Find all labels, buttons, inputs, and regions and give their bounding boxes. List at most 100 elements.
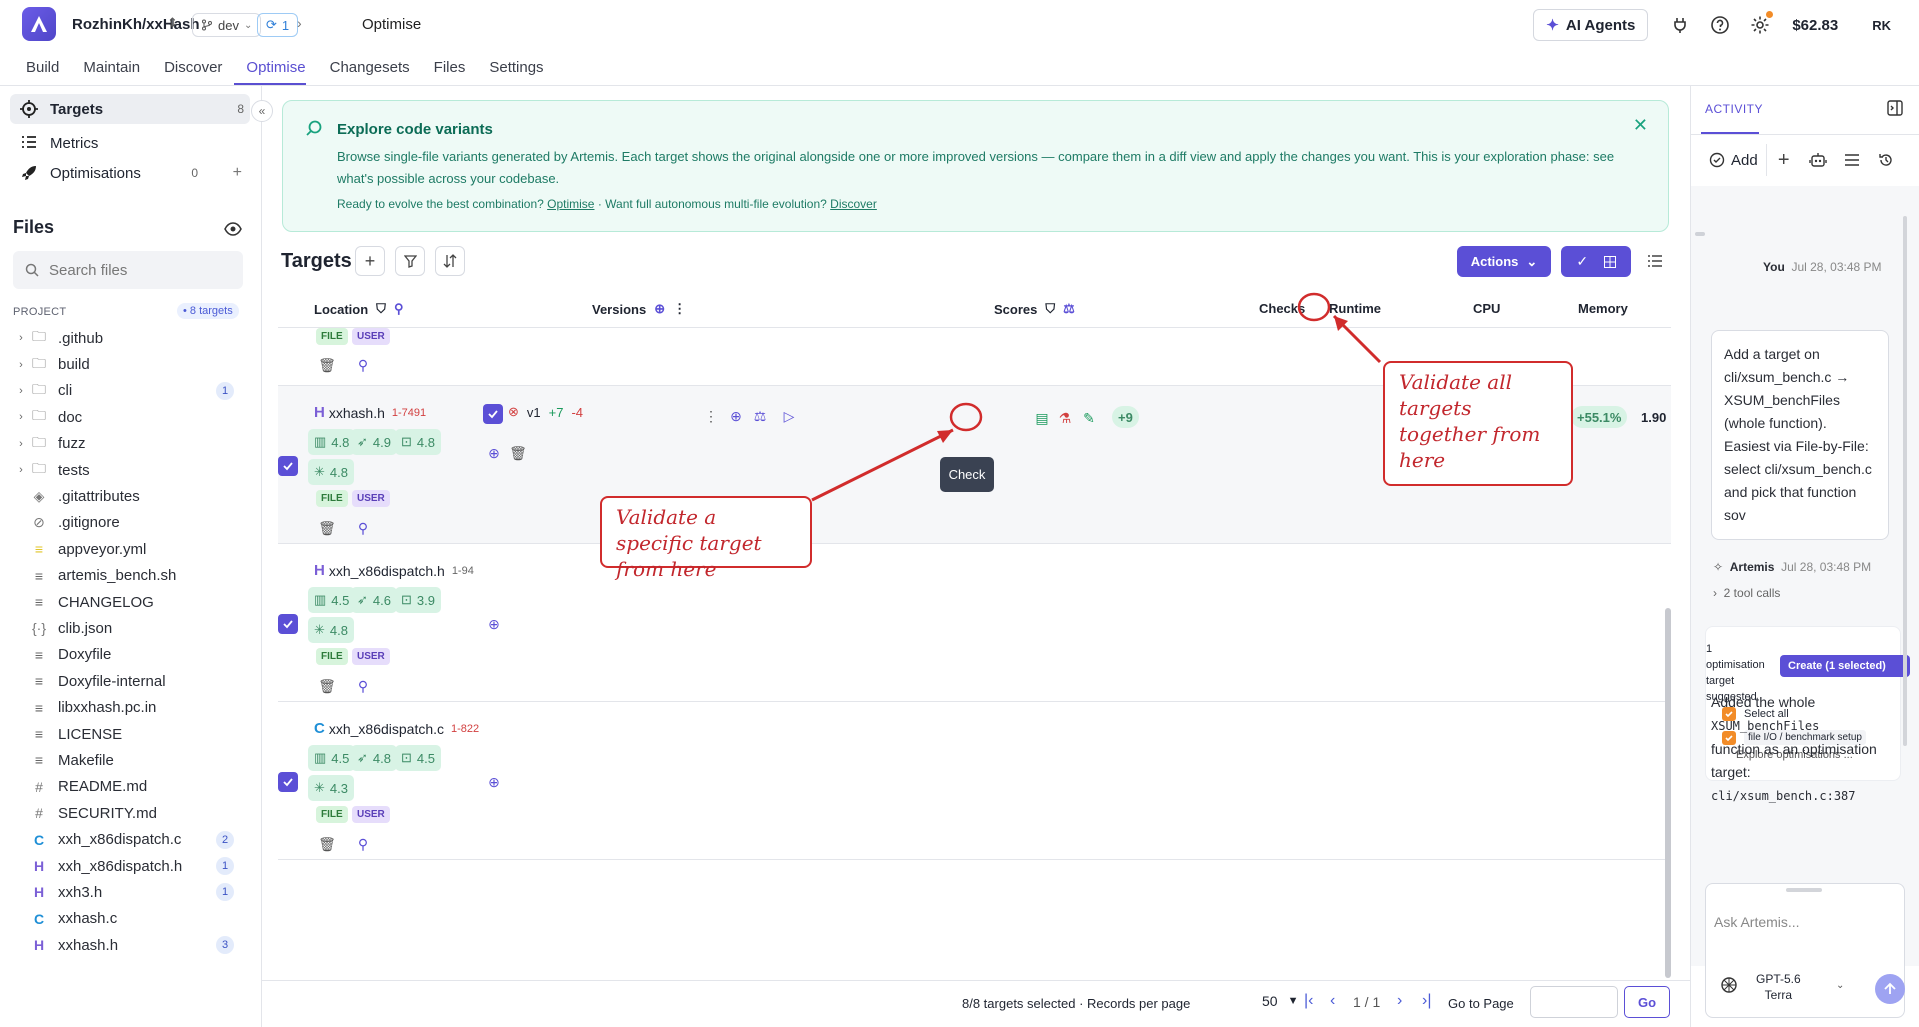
go-button[interactable]: Go bbox=[1624, 986, 1670, 1018]
gear-icon[interactable] bbox=[1746, 11, 1774, 39]
app-logo[interactable] bbox=[22, 7, 56, 41]
col-location[interactable]: Location ⛉ ⚲ bbox=[314, 301, 403, 317]
ai-agents-button[interactable]: ✦ AI Agents bbox=[1533, 9, 1649, 41]
scroll-handle[interactable] bbox=[1695, 232, 1705, 236]
folder-item[interactable]: › 🗀 fuzz bbox=[0, 431, 262, 457]
send-button[interactable] bbox=[1875, 974, 1905, 1004]
file-item[interactable]: # README.md bbox=[0, 774, 262, 800]
tab-files[interactable]: Files bbox=[422, 59, 478, 84]
edit-icon[interactable]: ✎ bbox=[1079, 408, 1099, 428]
file-item[interactable]: Hxxh3.h 1 bbox=[0, 879, 262, 905]
file-item[interactable]: ≡ artemis_bench.sh bbox=[0, 563, 262, 589]
file-search-input[interactable]: Search files bbox=[13, 251, 243, 289]
folder-item[interactable]: › 🗀 .github bbox=[0, 325, 262, 351]
add-button[interactable]: Add bbox=[1701, 144, 1767, 176]
file-item[interactable]: ≡ appveyor.yml bbox=[0, 536, 262, 562]
target-file[interactable]: Hxxhash.h 1-7491 bbox=[314, 404, 426, 421]
table-row[interactable]: Hxxh_x86dispatch.h 1-94 ▥ 4.5 ➶ 4.6 ⊡ 3.9 ✳ 4.8 FI… bbox=[278, 544, 1671, 702]
tab-changesets[interactable]: Changesets bbox=[318, 59, 422, 84]
trash-icon[interactable]: 🗑 bbox=[317, 518, 337, 538]
medal-icon[interactable]: ⚲ bbox=[353, 518, 373, 538]
tab-optimise[interactable]: Optimise bbox=[234, 59, 317, 85]
more-icon[interactable]: ⋮ bbox=[701, 406, 721, 426]
row-checkbox[interactable] bbox=[278, 772, 298, 792]
col-runtime[interactable]: Runtime bbox=[1329, 301, 1381, 316]
add-version-icon[interactable]: ⊕ bbox=[654, 301, 665, 317]
chat-scrollbar[interactable] bbox=[1903, 216, 1907, 746]
trash-icon[interactable]: 🗑 bbox=[317, 355, 337, 375]
branch-selector[interactable]: dev ⌄ bbox=[192, 13, 262, 37]
actions-button[interactable]: Actions ⌄ bbox=[1457, 246, 1551, 277]
close-icon[interactable]: ✕ bbox=[1633, 115, 1648, 136]
file-item[interactable]: Cxxhash.c bbox=[0, 906, 262, 932]
collapse-sidebar-button[interactable]: « bbox=[251, 100, 273, 122]
file-item[interactable]: ⊘ .gitignore bbox=[0, 510, 262, 536]
add-version-icon[interactable]: ⊕ bbox=[726, 406, 746, 426]
col-memory[interactable]: Memory bbox=[1578, 301, 1628, 316]
credits-balance[interactable]: $62.83 bbox=[1792, 17, 1838, 34]
scale-icon[interactable]: ⚖ bbox=[1063, 301, 1075, 317]
add-version-icon[interactable]: ⊕ bbox=[484, 443, 504, 463]
trash-icon[interactable]: 🗑 bbox=[317, 834, 337, 854]
discover-link[interactable]: Discover bbox=[830, 197, 877, 211]
prev-page-icon[interactable]: ‹ bbox=[1330, 992, 1335, 1010]
add-version-icon[interactable]: ⊕ bbox=[484, 614, 504, 634]
sync-badge[interactable]: ⟳ 1 bbox=[257, 13, 299, 37]
repo-name[interactable]: RozhinKh/xxHash bbox=[72, 16, 200, 33]
more-icon[interactable]: ⋮ bbox=[673, 301, 686, 317]
first-page-icon[interactable]: |‹ bbox=[1304, 992, 1313, 1010]
last-page-icon[interactable]: ›| bbox=[1422, 992, 1431, 1010]
table-scrollbar[interactable] bbox=[1665, 608, 1671, 978]
col-scores[interactable]: Scores ⛉ ⚖ bbox=[994, 301, 1075, 317]
plus-icon[interactable]: + bbox=[1767, 144, 1801, 176]
optimise-link[interactable]: Optimise bbox=[547, 197, 594, 211]
list-view-button[interactable] bbox=[1640, 246, 1670, 276]
file-item[interactable]: ≡ Doxyfile bbox=[0, 642, 262, 668]
create-targets-button[interactable]: Create (1 selected) bbox=[1780, 655, 1910, 677]
add-version-icon[interactable]: ⊕ bbox=[484, 772, 504, 792]
play-check-icon[interactable]: ▷ bbox=[779, 406, 799, 426]
trash-icon[interactable]: 🗑 bbox=[508, 443, 528, 463]
file-item[interactable]: Hxxh_x86dispatch.h 1 bbox=[0, 853, 262, 879]
trash-icon[interactable]: 🗑 bbox=[317, 676, 337, 696]
file-item[interactable]: ≡ libxxhash.pc.in bbox=[0, 694, 262, 720]
per-page-select[interactable]: 50 ▼ bbox=[1262, 993, 1298, 1009]
file-item[interactable]: ≡ Doxyfile-internal bbox=[0, 668, 262, 694]
version-checkbox[interactable] bbox=[483, 404, 503, 424]
file-item[interactable]: {·} clib.json bbox=[0, 615, 262, 641]
tab-activity[interactable]: ACTIVITY bbox=[1705, 102, 1763, 116]
filter-button[interactable] bbox=[395, 246, 425, 276]
sidebar-item-metrics[interactable]: Metrics bbox=[10, 128, 250, 158]
plug-icon[interactable] bbox=[1666, 11, 1694, 39]
model-selector[interactable]: GPT-5.6 Terra bbox=[1756, 971, 1801, 1003]
medal-icon[interactable]: ⚲ bbox=[394, 301, 404, 317]
tab-maintain[interactable]: Maintain bbox=[71, 59, 152, 84]
add-target-button[interactable]: + bbox=[355, 246, 385, 276]
view-toggle[interactable]: ✓ bbox=[1561, 246, 1631, 277]
eye-icon[interactable] bbox=[224, 222, 242, 236]
row-checkbox[interactable] bbox=[278, 456, 298, 476]
flask-icon[interactable]: ⚗ bbox=[1055, 408, 1075, 428]
add-optimisation-icon[interactable]: + bbox=[233, 164, 242, 182]
file-item[interactable]: ◈ .gitattributes bbox=[0, 483, 262, 509]
resize-handle[interactable] bbox=[1786, 888, 1822, 892]
medal-icon[interactable]: ⚲ bbox=[353, 834, 373, 854]
repo-switch-icon[interactable]: ⇕ bbox=[167, 15, 178, 31]
folder-item[interactable]: › 🗀 tests bbox=[0, 457, 262, 483]
col-checks[interactable]: Checks bbox=[1259, 301, 1305, 316]
scale-icon[interactable]: ⚖ bbox=[750, 406, 770, 426]
folder-item[interactable]: › 🗀 build bbox=[0, 351, 262, 377]
sidebar-item-optimisations[interactable]: Optimisations 0 + bbox=[10, 158, 250, 188]
medal-icon[interactable]: ⚲ bbox=[353, 676, 373, 696]
table-row[interactable]: Cxxh_x86dispatch.c 1-822 ▥ 4.5 ➶ 4.8 ⊡ 4.5 ✳ 4.3 F… bbox=[278, 702, 1671, 860]
filter-icon[interactable]: ⛉ bbox=[1045, 301, 1055, 317]
medal-icon[interactable]: ⚲ bbox=[353, 355, 373, 375]
file-item[interactable]: Hxxhash.h 3 bbox=[0, 932, 262, 958]
file-item[interactable]: # SECURITY.md bbox=[0, 800, 262, 826]
help-icon[interactable] bbox=[1706, 11, 1734, 39]
tab-discover[interactable]: Discover bbox=[152, 59, 234, 84]
target-file[interactable]: Cxxh_x86dispatch.c 1-822 bbox=[314, 720, 479, 737]
chat-input[interactable]: Ask Artemis... GPT-5.6 Terra ⌄ bbox=[1705, 883, 1905, 1018]
target-file[interactable]: Hxxh_x86dispatch.h 1-94 bbox=[314, 562, 474, 579]
row-checkbox[interactable] bbox=[278, 614, 298, 634]
